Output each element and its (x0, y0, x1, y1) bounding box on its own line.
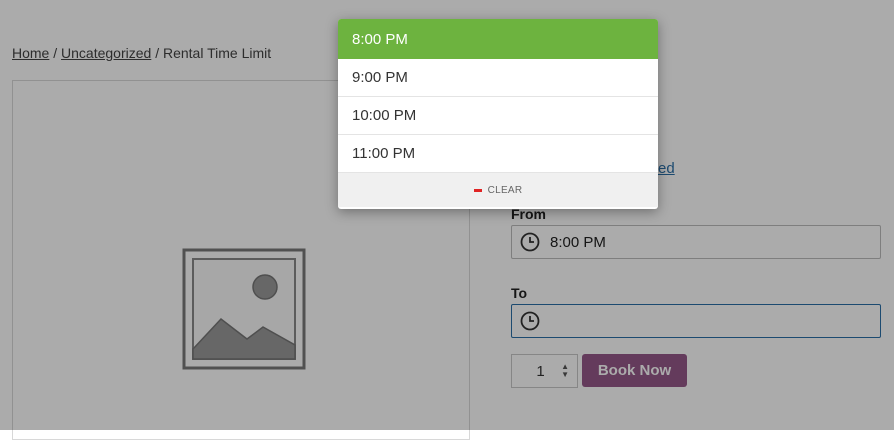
clear-button[interactable]: CLEAR (338, 173, 658, 207)
time-option[interactable]: 9:00 PM (338, 59, 658, 97)
time-dropdown: 8:00 PM 9:00 PM 10:00 PM 11:00 PM CLEAR (338, 19, 658, 209)
time-option-selected[interactable]: 8:00 PM (338, 19, 658, 59)
time-option[interactable]: 11:00 PM (338, 135, 658, 173)
time-option[interactable]: 10:00 PM (338, 97, 658, 135)
minus-icon (473, 188, 482, 192)
clear-label: CLEAR (487, 184, 523, 196)
